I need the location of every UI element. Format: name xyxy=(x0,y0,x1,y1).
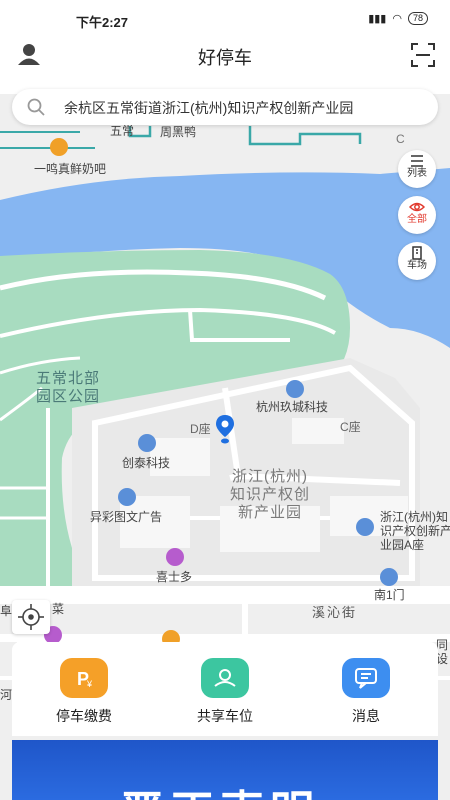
list-icon xyxy=(411,155,423,167)
list-label: 列表 xyxy=(407,168,427,179)
park-line-1: 五常北部 xyxy=(36,370,101,387)
map-label-center: 浙江(杭州) 知识产权创 新产业园 xyxy=(230,468,310,522)
map-label-left-road: 河 xyxy=(0,688,13,702)
map-label-xiqin-street: 溪沁街 xyxy=(312,605,358,620)
map-label-jiucheng: 杭州玖城科技 xyxy=(256,400,329,414)
message-button[interactable]: 消息 xyxy=(306,658,426,726)
yicai-poi-icon[interactable] xyxy=(118,488,136,506)
map-label-fuzhi: 阜 xyxy=(0,604,13,618)
shared-spot-button[interactable]: 共享车位 xyxy=(165,658,285,726)
search-input[interactable]: 余杭区五常街道浙江(杭州)知识产权创新产业园 xyxy=(64,98,353,118)
wifi-icon: ◠ xyxy=(392,13,402,25)
search-icon xyxy=(27,98,45,116)
message-icon xyxy=(342,658,390,698)
map-label-cai: 菜 xyxy=(52,602,65,616)
locate-button[interactable] xyxy=(12,600,50,634)
map-label-yicai: 异彩图文广告 xyxy=(90,510,163,524)
map-label-c-marker: C xyxy=(396,132,405,146)
map-label-d-block: D座 xyxy=(190,422,211,436)
scan-icon[interactable] xyxy=(410,42,436,68)
map-label-zhouheiya: 周黑鸭 xyxy=(160,125,197,139)
list-button[interactable]: 列表 xyxy=(398,150,436,188)
center-line-2: 知识产权创 xyxy=(230,486,311,503)
map-label-south-gate: 南1门 xyxy=(374,588,405,602)
park-line-2: 园区公园 xyxy=(36,388,101,405)
app-header: 好停车 xyxy=(0,32,450,78)
milk-poi-icon[interactable] xyxy=(50,138,68,156)
parking-fee-label: 停车缴费 xyxy=(56,708,112,724)
signal-icon: ▮▮▮ xyxy=(368,13,387,25)
battery-icon: 78 xyxy=(407,12,428,25)
xishiduo-poi-icon[interactable] xyxy=(166,548,184,566)
a-block-poi-icon[interactable] xyxy=(356,518,374,536)
svg-text:¥: ¥ xyxy=(86,679,93,689)
map-label-xishiduo: 喜士多 xyxy=(156,570,193,584)
map-label-chuangtai: 创泰科技 xyxy=(122,456,171,470)
building-icon xyxy=(412,246,422,260)
page-title: 好停车 xyxy=(198,48,252,68)
status-icons: ▮▮▮ ◠ 78 xyxy=(368,12,428,25)
banner-title: 严正声明 xyxy=(120,776,320,800)
jiucheng-poi-icon[interactable] xyxy=(286,380,304,398)
status-bar: 下午2:27 ▮▮▮ ◠ 78 xyxy=(0,0,450,32)
parking-lot-label: 车场 xyxy=(407,260,427,271)
parking-fee-button[interactable]: P ¥ 停车缴费 xyxy=(24,658,144,726)
map-label-milk: 一鸣真鲜奶吧 xyxy=(34,162,107,176)
a-block-line-1: 浙江(杭州)知 xyxy=(380,510,448,524)
south-gate-poi-icon[interactable] xyxy=(380,568,398,586)
all-label: 全部 xyxy=(407,214,427,225)
a-block-line-2: 识产权创新产 xyxy=(380,524,450,538)
message-label: 消息 xyxy=(352,708,380,724)
chuangtai-poi-icon[interactable] xyxy=(138,434,156,452)
center-line-1: 浙江(杭州) xyxy=(232,468,308,485)
parking-lot-button[interactable]: 车场 xyxy=(398,242,436,280)
announcement-banner[interactable]: 严正声明 xyxy=(12,740,438,800)
map-label-c-block: C座 xyxy=(340,420,361,434)
location-pin-icon[interactable] xyxy=(215,415,235,445)
center-line-3: 新产业园 xyxy=(238,504,303,521)
shared-spot-icon xyxy=(201,658,249,698)
shared-spot-label: 共享车位 xyxy=(197,708,253,724)
status-time: 下午2:27 xyxy=(76,15,129,30)
all-button[interactable]: 全部 xyxy=(398,196,436,234)
map-label-park: 五常北部 园区公园 xyxy=(36,370,100,406)
feature-panel: P ¥ 停车缴费 共享车位 消息 xyxy=(12,642,438,736)
parking-fee-icon: P ¥ xyxy=(60,658,108,698)
eye-icon xyxy=(409,202,425,212)
map-label-a-block: 浙江(杭州)知 识产权创新产 业园A座 xyxy=(380,510,450,552)
a-block-line-3: 业园A座 xyxy=(380,538,425,552)
search-bar[interactable]: 余杭区五常街道浙江(杭州)知识产权创新产业园 xyxy=(12,89,438,125)
crosshair-icon xyxy=(18,604,44,630)
